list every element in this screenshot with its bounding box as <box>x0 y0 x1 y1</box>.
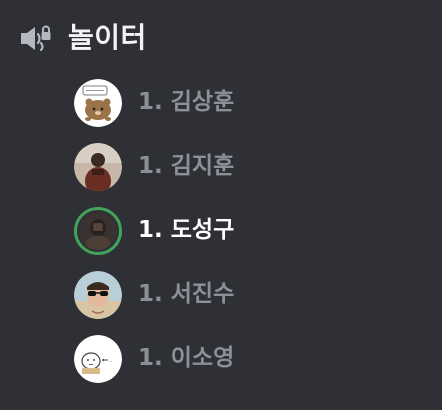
bear-avatar <box>74 78 122 127</box>
voice-user-item[interactable]: .. 1. 이소영 <box>74 334 434 383</box>
voice-user-item[interactable]: 1. 김지훈 <box>74 142 434 191</box>
voice-user-item[interactable]: 1. 서진수 <box>74 270 434 319</box>
voice-user-list: 1. 김상훈 1. 김지훈 1. 도성구 1. 서진수 .. 1. 이소영 <box>74 78 434 398</box>
voice-user-name: 1. 도성구 <box>138 217 235 243</box>
person-avatar <box>74 206 122 255</box>
doodle-avatar: .. <box>74 334 122 383</box>
voice-user-name: 1. 김지훈 <box>138 153 235 179</box>
voice-user-item[interactable]: 1. 도성구 <box>74 206 434 255</box>
voice-user-name: 1. 서진수 <box>138 281 235 307</box>
speaker-lock-icon <box>18 20 54 56</box>
svg-text:..: .. <box>109 358 113 364</box>
channel-name: 놀이터 <box>68 21 147 54</box>
person-avatar <box>74 142 122 191</box>
voice-user-item[interactable]: 1. 김상훈 <box>74 78 434 127</box>
voice-user-name: 1. 이소영 <box>138 345 235 371</box>
voice-channel-header[interactable]: 놀이터 <box>18 18 147 58</box>
voice-user-name: 1. 김상훈 <box>138 89 235 115</box>
sunglasses-avatar <box>74 270 122 319</box>
